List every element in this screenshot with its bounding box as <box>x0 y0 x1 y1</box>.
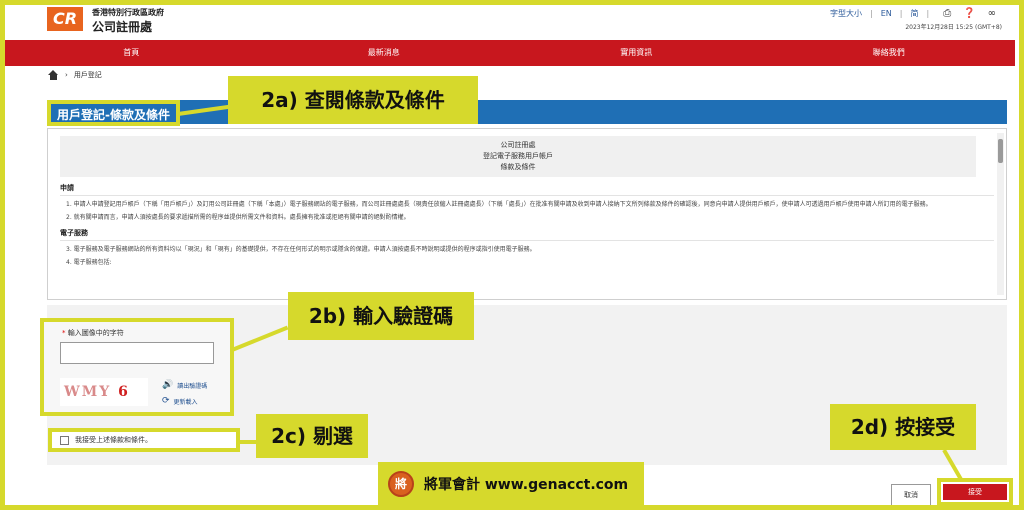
required-mark: * <box>62 329 66 337</box>
gov-name: 香港特別行政區政府 <box>92 8 164 17</box>
terms-item: 3. 電子服務及電子服務網站的所有資料均以「現況」和「現有」的基礎提供，不存在任… <box>66 246 536 253</box>
agree-row[interactable]: 我接受上述條款和條件。 <box>48 428 240 452</box>
breadcrumb-current: 用戶登記 <box>73 71 102 79</box>
captcha-input[interactable] <box>60 342 214 364</box>
brand-text: 將軍會計 www.genacct.com <box>424 477 629 493</box>
callout-step-d: 2d) 按接受 <box>830 404 976 450</box>
captcha-panel: * 輸入圖像中的字符 WMY 6 🔊 讀出驗證碼 ⟳ 更新載入 <box>40 318 234 416</box>
separator: | <box>926 9 930 18</box>
top-icons: ⎙ ❓ ∞ <box>943 8 996 19</box>
main-nav: 首頁 最新消息 實用資訊 聯絡我們 <box>5 40 1015 66</box>
captcha-label: * 輸入圖像中的字符 <box>62 328 124 338</box>
terms-heading: 公司註冊處 登記電子服務用戶帳戶 條款及條件 <box>60 136 976 177</box>
cr-logo[interactable]: CR <box>47 7 83 31</box>
accept-button-highlight: 接受 <box>937 478 1013 506</box>
brand-banner: 將 將軍會計 www.genacct.com <box>378 462 644 506</box>
refresh-icon: ⟳ <box>162 396 170 406</box>
captcha-refresh-label: 更新載入 <box>173 398 198 406</box>
captcha-audio-label: 讀出驗證碼 <box>177 382 208 390</box>
separator: | <box>899 9 903 18</box>
captcha-image-digit: 6 <box>118 384 130 400</box>
font-size-link[interactable]: 字型大小 <box>830 8 862 19</box>
terms-section-title: 申請 <box>60 183 994 196</box>
callout-step-b: 2b) 輸入驗證碼 <box>288 292 474 340</box>
nav-home[interactable]: 首頁 <box>5 40 258 66</box>
captcha-image-text: WMY <box>64 384 112 400</box>
nav-news[interactable]: 最新消息 <box>258 40 511 66</box>
callout-step-a: 2a) 查閱條款及條件 <box>228 76 478 124</box>
lang-en-link[interactable]: EN <box>881 9 892 18</box>
cancel-button[interactable]: 取消 <box>891 484 931 506</box>
datetime: 2023年12月28日 15:25 (GMT+8) <box>905 24 1002 31</box>
top-links: 字型大小 | EN | 简 | ⎙ ❓ ∞ <box>830 8 996 19</box>
terms-heading-line: 公司註冊處 <box>500 141 536 149</box>
speaker-icon: 🔊 <box>162 380 174 390</box>
brand-seal-logo: 將 <box>388 471 414 497</box>
help-icon[interactable]: ❓ <box>963 8 975 19</box>
captcha-image: WMY 6 <box>60 378 148 406</box>
home-icon[interactable] <box>48 70 59 80</box>
captcha-refresh-button[interactable]: ⟳ 更新載入 <box>162 396 198 406</box>
agree-label: 我接受上述條款和條件。 <box>75 436 152 444</box>
captcha-label-text: 輸入圖像中的字符 <box>67 329 124 337</box>
terms-heading-line: 登記電子服務用戶帳戶 <box>483 152 553 160</box>
terms-box[interactable]: 公司註冊處 登記電子服務用戶帳戶 條款及條件 申請 1. 申請人申請登記用戶帳戶… <box>47 128 1007 300</box>
nav-info[interactable]: 實用資訊 <box>510 40 763 66</box>
page-title: 用戶登記-條款及條件 <box>47 100 180 126</box>
registry-name: 公司註冊處 <box>92 20 153 34</box>
terms-scrollbar[interactable] <box>997 133 1004 295</box>
chevron-right-icon: › <box>65 71 68 79</box>
terms-heading-line: 條款及條件 <box>500 163 536 171</box>
callout-step-c: 2c) 剔選 <box>256 414 368 458</box>
share-icon[interactable]: ∞ <box>988 8 996 19</box>
terms-item: 4. 電子服務包括: <box>66 259 112 266</box>
captcha-audio-button[interactable]: 🔊 讀出驗證碼 <box>162 380 207 390</box>
scrollbar-thumb[interactable] <box>998 139 1003 163</box>
terms-item: 1. 申請人申請登記用戶帳戶（下稱「用戶帳戶」）及訂用公司註冊處（下稱「本處」）… <box>66 201 932 208</box>
lang-sc-link[interactable]: 简 <box>911 8 919 19</box>
terms-section-title: 電子服務 <box>60 228 994 241</box>
breadcrumb: › 用戶登記 <box>48 70 102 80</box>
separator: | <box>870 9 873 18</box>
printer-icon[interactable]: ⎙ <box>943 8 951 19</box>
accept-button[interactable]: 接受 <box>943 484 1007 500</box>
terms-item: 2. 就有關申請而言，申請人須按處長的要求遞描所需的程序並提供所需文件和資料。處… <box>66 214 410 221</box>
nav-contact[interactable]: 聯絡我們 <box>763 40 1016 66</box>
agree-checkbox[interactable] <box>60 435 69 445</box>
